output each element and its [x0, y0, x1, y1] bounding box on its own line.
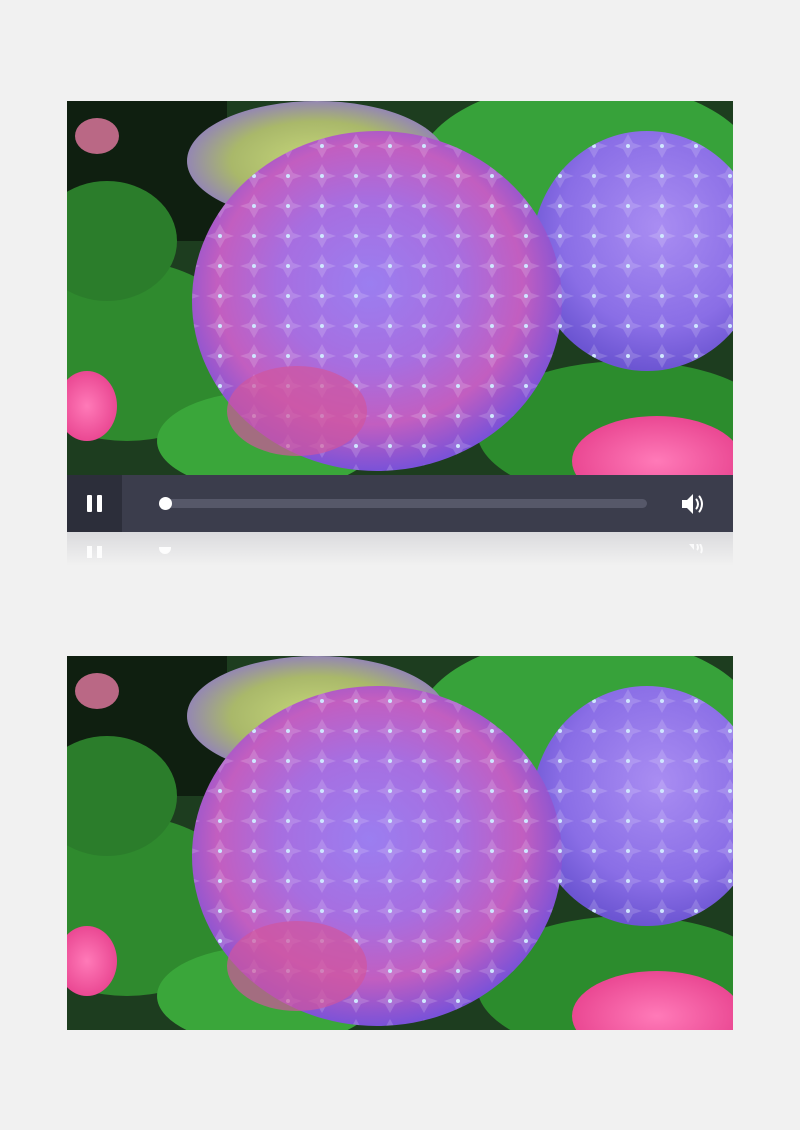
pause-icon-bar	[97, 495, 102, 512]
video-control-bar	[67, 475, 733, 532]
progress-track[interactable]	[159, 497, 647, 510]
knob-reflection	[159, 547, 171, 554]
volume-icon	[682, 494, 703, 514]
volume-icon-reflection	[684, 544, 703, 554]
progress-knob[interactable]	[159, 497, 172, 510]
video-frame-preview	[67, 656, 733, 1030]
pause-icon-reflection	[87, 546, 102, 558]
hydrangea-image	[67, 101, 733, 475]
pause-button[interactable]	[67, 475, 122, 532]
volume-button[interactable]	[678, 489, 708, 519]
hydrangea-image	[67, 656, 733, 1030]
control-bar-reflection	[67, 532, 733, 566]
pause-icon	[87, 495, 92, 512]
video-frame[interactable]	[67, 101, 733, 475]
